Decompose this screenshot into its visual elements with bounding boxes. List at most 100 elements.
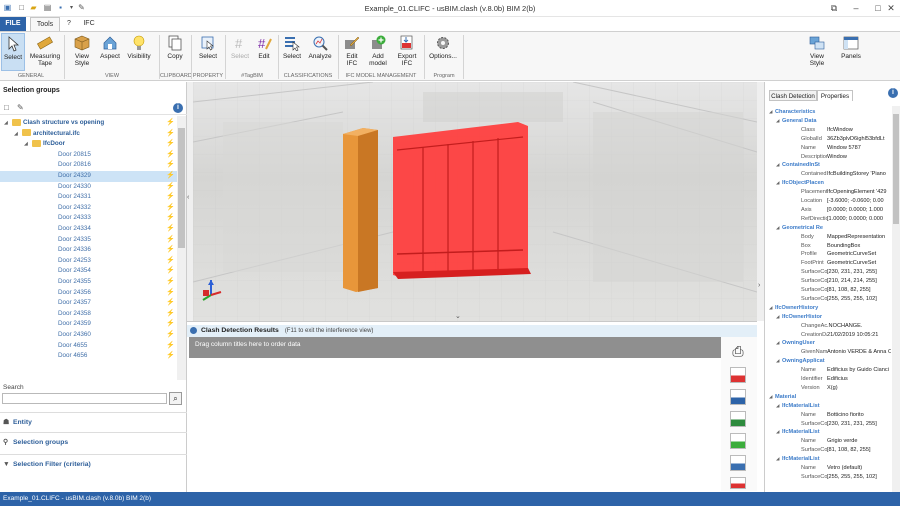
property-row[interactable]: Body MappedRepresentation — [765, 233, 892, 242]
property-row[interactable]: GivenNameAntonio VERDE & Anna C — [765, 348, 892, 357]
tree-node-door[interactable]: Door 24334 ⚡ — [0, 224, 177, 235]
collapse-right-icon[interactable]: › — [758, 282, 760, 289]
search-input[interactable] — [2, 393, 167, 404]
property-row[interactable]: FootPrint GeometricCurveSet — [765, 259, 892, 268]
expand-arrow-icon[interactable]: ◢ — [24, 139, 28, 150]
property-row[interactable]: SurfaceColor[210, 214, 214, 255] — [765, 277, 892, 286]
dropdown-icon[interactable]: ▾ — [67, 3, 76, 13]
property-row[interactable]: Box BoundingBox — [765, 242, 892, 251]
property-row[interactable]: Name Grigio verde — [765, 437, 892, 446]
expand-arrow-icon[interactable]: ◢ — [776, 428, 779, 437]
property-row[interactable]: Description Window — [765, 153, 892, 162]
tree-node-door[interactable]: Door 24357 ⚡ — [0, 298, 177, 309]
property-group[interactable]: ◢ OwningUser — [765, 339, 892, 348]
export-csv-icon[interactable] — [730, 433, 746, 449]
print-icon[interactable]: ⎙ — [730, 343, 746, 359]
info-icon[interactable]: i — [888, 88, 898, 98]
tab-properties[interactable]: Properties — [817, 90, 853, 101]
property-row[interactable]: SurfaceColor[230, 231, 231, 255] — [765, 420, 892, 429]
accordion-selection-filter[interactable]: ▼ Selection Filter (criteria) — [0, 454, 187, 474]
property-row[interactable]: SurfaceColor[81, 108, 82, 255] — [765, 286, 892, 295]
tree-node-door[interactable]: Door 24253 ⚡ — [0, 256, 177, 267]
accordion-entity[interactable]: ☗ Entity — [0, 412, 187, 432]
export-ifc-button[interactable]: Export IFC — [393, 33, 421, 71]
tree-node-door[interactable]: Door 20816 ⚡ — [0, 160, 177, 171]
new-file-icon[interactable]: □ — [17, 3, 26, 13]
tree-node-door[interactable]: Door 20815 ⚡ — [0, 150, 177, 161]
panels-button[interactable]: Panels — [838, 33, 864, 71]
collapse-left-icon[interactable]: ‹ — [187, 194, 189, 201]
property-row[interactable]: SurfaceColor[230, 231, 231, 255] — [765, 268, 892, 277]
expand-arrow-icon[interactable]: ◢ — [776, 179, 779, 188]
classification-select-button[interactable]: Select — [281, 33, 303, 71]
property-group[interactable]: ◢ IfcMaterialList — [765, 428, 892, 437]
property-group[interactable]: ◢ Characteristics — [765, 108, 892, 117]
expand-arrow-icon[interactable]: ◢ — [776, 313, 779, 322]
accordion-selection-groups[interactable]: ⚲ Selection groups — [0, 432, 187, 452]
export-xlsx-icon[interactable] — [730, 455, 746, 471]
expand-arrow-icon[interactable]: ◢ — [776, 117, 779, 126]
property-row[interactable]: Name Vetro (default) — [765, 464, 892, 473]
close-icon[interactable]: ✕ — [880, 0, 900, 16]
tag-edit-button[interactable]: # Edit — [253, 33, 275, 71]
tree-node-door[interactable]: Door 24356 ⚡ — [0, 288, 177, 299]
aspect-button[interactable]: Aspect — [97, 33, 123, 71]
open-file-icon[interactable]: ▤ — [43, 3, 52, 13]
property-row[interactable]: Profile GeometricCurveSet — [765, 250, 892, 259]
select-button[interactable]: Select — [1, 33, 25, 71]
property-group[interactable]: ◢ IfcMaterialList — [765, 402, 892, 411]
new-group-icon[interactable]: □ — [4, 103, 9, 112]
property-row[interactable]: CreationDate21/02/2019 10:05:21 — [765, 331, 892, 340]
view-style-right-button[interactable]: View Style — [802, 33, 832, 71]
tree-node-door[interactable]: Door 24355 ⚡ — [0, 277, 177, 288]
property-group[interactable]: ◢ IfcOwnerHistor — [765, 313, 892, 322]
expand-arrow-icon[interactable]: ◢ — [776, 357, 779, 366]
save-icon[interactable]: ▪ — [56, 3, 65, 13]
property-row[interactable]: RefDirection[1.0000; 0.0000; 0.000 — [765, 215, 892, 224]
export-pdf-icon[interactable] — [730, 367, 746, 383]
property-row[interactable]: Class IfcWindow — [765, 126, 892, 135]
edit-ifc-button[interactable]: Edit IFC — [341, 33, 363, 71]
expand-results-icon[interactable]: ⌄ — [455, 312, 461, 320]
measuring-tape-button[interactable]: Measuring Tape — [28, 33, 62, 71]
property-group[interactable]: ◢ ContainedInSt — [765, 161, 892, 170]
tree-node-door[interactable]: Door 24354 ⚡ — [0, 266, 177, 277]
property-row[interactable]: SurfaceColor[255, 255, 255, 102] — [765, 473, 892, 482]
property-select-button[interactable]: Select — [195, 33, 221, 71]
property-row[interactable]: Name Window 5787 — [765, 144, 892, 153]
expand-arrow-icon[interactable]: ◢ — [769, 304, 772, 313]
tab-ifc[interactable]: IFC — [80, 17, 98, 31]
minimize-icon[interactable]: – — [845, 0, 867, 16]
property-row[interactable]: Name Edificius by Guido Cianci — [765, 366, 892, 375]
property-group[interactable]: ◢ Material — [765, 393, 892, 402]
expand-arrow-icon[interactable]: ◢ — [776, 339, 779, 348]
tab-clash-detection[interactable]: Clash Detection — [769, 90, 817, 101]
expand-arrow-icon[interactable]: ◢ — [776, 161, 779, 170]
property-group[interactable]: ◢ OwningApplicat — [765, 357, 892, 366]
properties-scrollbar[interactable] — [892, 106, 900, 492]
tree-node-root[interactable]: ◢ Clash structure vs opening ⚡ — [0, 118, 177, 129]
property-row[interactable]: GlobalId 36Zb3plvD6ighl53bfdLt — [765, 135, 892, 144]
property-row[interactable]: ContainedInStIfcBuildingStorey 'Piano — [765, 170, 892, 179]
tab-tools[interactable]: Tools — [30, 17, 60, 31]
scrollbar-thumb[interactable] — [893, 114, 899, 224]
property-row[interactable]: Axis [0.0000; 0.0000; 1.000 — [765, 206, 892, 215]
search-icon[interactable]: ⌕ — [169, 392, 182, 405]
tree-node-door[interactable]: Door 24332 ⚡ — [0, 203, 177, 214]
tree-node-door[interactable]: Door 24329 ⚡ — [0, 171, 177, 182]
expand-arrow-icon[interactable]: ◢ — [776, 455, 779, 464]
tree-node-file[interactable]: ◢ architectural.ifc ⚡ — [0, 129, 177, 140]
tab-file[interactable]: FILE — [0, 17, 26, 31]
property-group[interactable]: ◢ General Data — [765, 117, 892, 126]
tree-node-type[interactable]: ◢ IfcDoor ⚡ — [0, 139, 177, 150]
property-row[interactable]: Version X(g) — [765, 384, 892, 393]
tree-node-door[interactable]: Door 4655 ⚡ — [0, 341, 177, 352]
info-icon[interactable]: i — [173, 103, 183, 113]
property-row[interactable]: PlacementRelTIfcOpeningElement '429 — [765, 188, 892, 197]
tree-node-door[interactable]: Door 24335 ⚡ — [0, 235, 177, 246]
3d-viewport[interactable]: StatusNameOBJECT (1)OBJECT (2)Found onTy… — [193, 82, 757, 321]
property-group[interactable]: ◢ IfcObjectPlacen — [765, 179, 892, 188]
tab-help[interactable]: ? — [63, 17, 75, 31]
property-row[interactable]: SurfaceColor[81, 108, 82, 255] — [765, 446, 892, 455]
property-row[interactable]: Identifier Edificius — [765, 375, 892, 384]
